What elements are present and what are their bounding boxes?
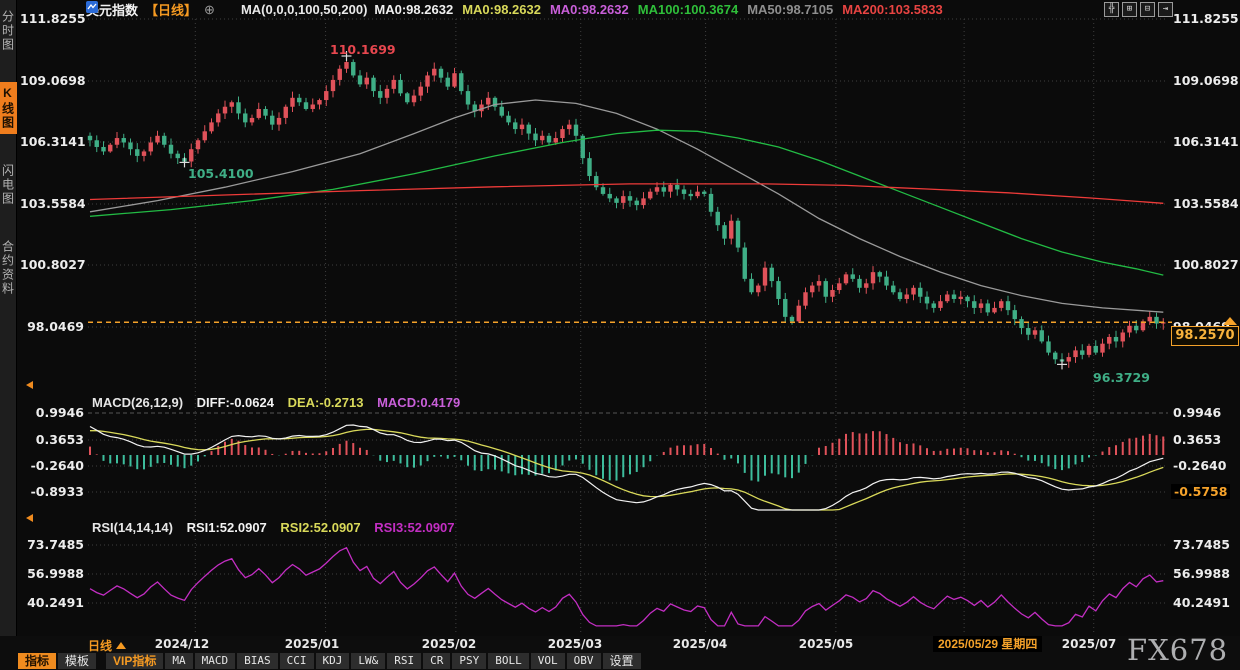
sidebar-tab-分时图[interactable]: 分时图 [0, 6, 17, 56]
add-indicator-icon[interactable]: ⊕ [204, 2, 215, 18]
rsi1-value: RSI1:52.0907 [187, 520, 267, 535]
toolbar-tab-KDJ[interactable]: KDJ [316, 653, 352, 669]
sidebar-tab-K线图[interactable]: K线图 [0, 82, 17, 134]
diff-value: DIFF:-0.0624 [197, 395, 274, 410]
rsi3-value: RSI3:52.0907 [374, 520, 454, 535]
macd-value: MACD:0.4179 [377, 395, 460, 410]
toolbar-tab-LW&[interactable]: LW& [351, 653, 387, 669]
toolbar-tab-RSI[interactable]: RSI [387, 653, 423, 669]
rsi-label-row: RSI(14,14,14) RSI1:52.0907 RSI2:52.0907 … [92, 520, 465, 535]
y-axis-tick: 106.3141 [1173, 134, 1237, 149]
rsi-params-label: RSI(14,14,14) [92, 520, 173, 535]
date-label-2025/01: 2025/01 [285, 637, 339, 651]
pane-collapse-icon[interactable] [26, 381, 33, 389]
sidebar-tab-合约资料[interactable]: 合约资料 [0, 236, 17, 300]
chart-canvas[interactable] [0, 0, 1240, 670]
chart-type-sidebar: 分时图 K线图闪电图合约资料 [0, 0, 17, 636]
period-tag: 【日线】 [145, 0, 197, 19]
last-price-tag: 98.2570 [1171, 326, 1239, 346]
ma-settings-label: MA(0,0,0,100,50,200) [241, 2, 367, 17]
toolbar-tab-VIP指标[interactable]: VIP指标 [106, 653, 165, 669]
date-label-2025/04: 2025/04 [673, 637, 727, 651]
low-price-annotation-late: 96.3729 [1093, 370, 1150, 385]
y-axis-tick: 109.0698 [1173, 73, 1237, 88]
rsi-line [90, 548, 1163, 626]
macd-params-label: MACD(26,12,9) [92, 395, 183, 410]
toolbar-tab-指标[interactable]: 指标 [18, 653, 58, 669]
selected-date-readout: 2025/05/29 星期四 [933, 636, 1042, 652]
app-window: { "header": { "title": "美元指数", "period_t… [0, 0, 1240, 670]
y-axis-tick: 111.8255 [20, 11, 84, 26]
y-axis-tick: 111.8255 [1173, 11, 1237, 26]
y-axis-tick: 106.3141 [20, 134, 84, 149]
toolbar-tab-CR[interactable]: CR [423, 653, 452, 669]
window-icons: ╬⊞⊟⇥ [1104, 2, 1173, 17]
diff-line [90, 425, 1163, 510]
sidebar-tab-闪电图[interactable]: 闪电图 [0, 160, 17, 210]
toolbar-tab-模板[interactable]: 模板 [58, 653, 98, 669]
y-axis-tick: 40.2491 [1173, 595, 1237, 610]
y-axis-tick: 40.2491 [20, 595, 84, 610]
y-axis-tick: 98.0469 [20, 319, 84, 334]
toolbar-tab-PSY[interactable]: PSY [452, 653, 488, 669]
ma-value-2: MA0:98.2632 [550, 2, 629, 17]
y-axis-tick: 0.9946 [20, 405, 84, 420]
price-up-arrow-icon [1223, 317, 1237, 325]
y-axis-tick: 0.3653 [1173, 432, 1237, 447]
y-axis-tick: 0.3653 [20, 432, 84, 447]
toolbar-tab-VOL[interactable]: VOL [531, 653, 567, 669]
pan-tool-icon[interactable]: ╬ [1104, 2, 1119, 17]
toolbar-tab-BOLL[interactable]: BOLL [488, 653, 531, 669]
watermark: FX678 [1127, 633, 1228, 667]
date-label-2025/03: 2025/03 [548, 637, 602, 651]
toolbar-tab-设置[interactable]: 设置 [603, 653, 643, 669]
dea-value: DEA:-0.2713 [288, 395, 364, 410]
pane-restore-icon[interactable]: ⊟ [1140, 2, 1155, 17]
y-axis-tick: 103.5584 [20, 196, 84, 211]
toolbar-tab-CCI[interactable]: CCI [280, 653, 316, 669]
toolbar-tab-BIAS[interactable]: BIAS [237, 653, 280, 669]
y-axis-tick: 103.5584 [1173, 196, 1237, 211]
macd-label-row: MACD(26,12,9) DIFF:-0.0624 DEA:-0.2713 M… [92, 395, 470, 410]
chart-header: 美元指数 【日线】 ⊕ MA(0,0,0,100,50,200) MA0:98.… [86, 1, 952, 18]
ma-line-MA50 [90, 100, 1163, 312]
date-label-2025/02: 2025/02 [422, 637, 476, 651]
date-label-2025/05: 2025/05 [799, 637, 853, 651]
macd-current-tag: -0.5758 [1171, 484, 1230, 499]
y-axis-tick: 0.9946 [1173, 405, 1237, 420]
y-axis-tick: 100.8027 [20, 257, 84, 272]
date-label-2024/12: 2024/12 [155, 637, 209, 651]
ma-chart-icon[interactable] [222, 4, 234, 16]
ma-value-4: MA50:98.7105 [747, 2, 833, 17]
low-price-annotation-early: 105.4100 [188, 166, 254, 181]
y-axis-tick: -0.2640 [1173, 458, 1237, 473]
ma-values: MA0:98.2632 MA0:98.2632 MA0:98.2632 MA100:1… [374, 2, 951, 17]
high-price-annotation: 110.1699 [330, 42, 396, 57]
ma-value-1: MA0:98.2632 [462, 2, 541, 17]
y-axis-tick: 73.7485 [20, 537, 84, 552]
y-axis-tick: -0.2640 [20, 458, 84, 473]
toolbar-tab-OBV[interactable]: OBV [567, 653, 603, 669]
y-axis-tick: 109.0698 [20, 73, 84, 88]
pane-collapse-icon[interactable] [26, 514, 33, 522]
ma-value-0: MA0:98.2632 [374, 2, 453, 17]
y-axis-tick: 56.9988 [1173, 566, 1237, 581]
y-axis-tick: -0.8933 [20, 484, 84, 499]
y-axis-tick: 73.7485 [1173, 537, 1237, 552]
y-axis-tick: 56.9988 [20, 566, 84, 581]
indicator-toolbar: 指标模板 VIP指标MAMACDBIASCCIKDJLW&RSICRPSYBOLL… [0, 652, 1240, 670]
date-label-2025/07: 2025/07 [1062, 637, 1116, 651]
toolbar-tab-MA[interactable]: MA [165, 653, 194, 669]
pane-layout-icon[interactable]: ⊞ [1122, 2, 1137, 17]
ma-value-5: MA200:103.5833 [842, 2, 942, 17]
period-up-arrow-icon [116, 642, 126, 649]
y-axis-tick: 100.8027 [1173, 257, 1237, 272]
timeline-row: 日线 2025/05/29 星期四 2024/122025/012025/022… [0, 636, 1240, 652]
ma-value-3: MA100:100.3674 [638, 2, 738, 17]
rsi2-value: RSI2:52.0907 [280, 520, 360, 535]
collapse-right-icon[interactable]: ⇥ [1158, 2, 1173, 17]
ma-line-MA100 [90, 130, 1163, 275]
toolbar-tab-MACD[interactable]: MACD [195, 653, 238, 669]
dea-line [90, 429, 1163, 510]
